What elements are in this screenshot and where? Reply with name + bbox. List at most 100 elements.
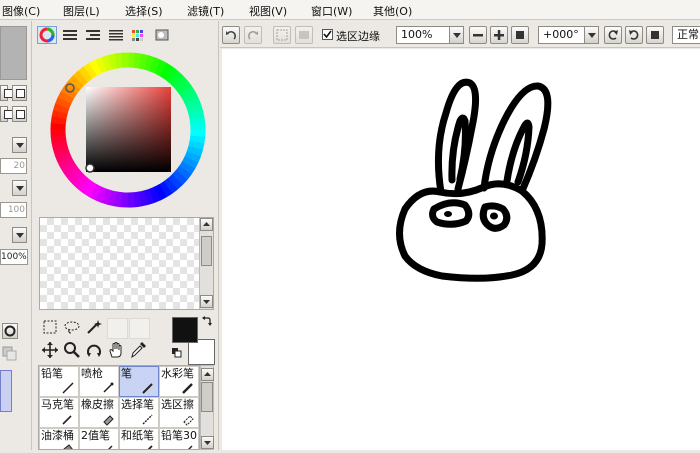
drawing-canvas[interactable]	[222, 49, 700, 450]
brush-label: 铅笔	[41, 367, 63, 380]
zoom-icon[interactable]	[63, 341, 84, 362]
brush-size-dropdown[interactable]	[12, 227, 27, 243]
tab-color-wheel[interactable]	[37, 26, 57, 44]
scroll-down-button[interactable]	[200, 295, 213, 308]
brush-watercolor[interactable]: 水彩笔	[159, 366, 199, 397]
layer-option-button[interactable]	[2, 323, 18, 339]
undo-button[interactable]	[222, 26, 240, 44]
invert-selection-button[interactable]	[295, 26, 313, 44]
rgb-slider-icon	[63, 30, 77, 40]
rect-select-icon[interactable]	[41, 318, 62, 339]
layer-thumbnail[interactable]	[0, 370, 12, 412]
brush-label: 选区擦	[161, 398, 194, 411]
brush-scroll-thumb[interactable]	[201, 382, 213, 412]
blend-dropdown[interactable]	[12, 180, 27, 196]
scratchpad-area[interactable]	[39, 217, 214, 310]
scroll-up-button[interactable]	[200, 218, 213, 231]
nav-reset-button[interactable]	[12, 106, 27, 122]
rotate-left-button[interactable]	[604, 26, 622, 44]
navigator-preview[interactable]	[0, 26, 27, 80]
select-eraser-icon	[183, 415, 194, 426]
brush-eraser[interactable]: 橡皮擦	[79, 397, 119, 428]
brush-bucket[interactable]: 油漆桶	[39, 428, 79, 449]
navigator-panel: 20 100 100%	[0, 21, 32, 450]
zoom-reset-button[interactable]	[511, 26, 529, 44]
tab-color-mixer[interactable]	[106, 26, 126, 44]
arrow-up-icon	[203, 222, 210, 226]
tab-hsv-sliders[interactable]	[83, 26, 103, 44]
mixer-icon	[109, 30, 123, 41]
layer-mode-dropdown[interactable]	[12, 137, 27, 153]
brush-label: 铅笔30	[161, 429, 197, 442]
brush-marker[interactable]: 马克笔	[39, 397, 79, 428]
color-cursor[interactable]	[85, 163, 95, 173]
empty-tool-slot	[107, 318, 128, 339]
selection-edge-checkbox[interactable]	[322, 29, 333, 40]
brush-pencil30[interactable]: 铅笔30	[159, 428, 199, 449]
brush-label: 2值笔	[81, 429, 110, 442]
size-field[interactable]: 100	[0, 202, 27, 218]
density-field[interactable]: 100%	[0, 249, 28, 265]
hand-icon[interactable]	[107, 341, 128, 362]
foreground-color-swatch[interactable]	[172, 317, 198, 343]
menu-layer[interactable]: 图层(L)	[63, 3, 100, 19]
default-colors-icon[interactable]	[172, 348, 182, 358]
scroll-thumb[interactable]	[201, 236, 212, 266]
menu-view[interactable]: 视图(V)	[249, 3, 287, 19]
brush-select-pen[interactable]: 选择笔	[119, 397, 159, 428]
eyedropper-icon[interactable]	[129, 341, 150, 362]
empty-tool-slot	[129, 318, 150, 339]
tab-scratchpad[interactable]	[152, 26, 172, 44]
brush-washi-pen[interactable]: 和纸笔	[119, 428, 159, 449]
rotate-right-icon	[629, 30, 639, 40]
rotation-reset-button[interactable]	[646, 26, 664, 44]
arrow-down-icon	[203, 300, 210, 304]
rabbit-drawing	[396, 78, 552, 282]
brush-scroll-up[interactable]	[201, 368, 214, 381]
brush-binary-pen[interactable]: 2值笔	[79, 428, 119, 449]
brush-pen[interactable]: 笔	[119, 366, 159, 397]
mask-icon	[2, 346, 18, 362]
nav-button[interactable]	[0, 85, 13, 101]
blend-mode-field[interactable]: 正常	[672, 26, 700, 44]
magic-wand-icon[interactable]	[85, 318, 106, 339]
lasso-icon[interactable]	[63, 318, 84, 339]
brush-scrollbar[interactable]	[200, 365, 214, 450]
scratchpad-scrollbar[interactable]	[199, 218, 213, 309]
brush-pencil[interactable]: 铅笔	[39, 366, 79, 397]
nav-fit-button[interactable]	[12, 85, 27, 101]
zoom-dropdown[interactable]	[449, 26, 464, 44]
tab-rgb-sliders[interactable]	[60, 26, 80, 44]
rotation-field[interactable]: +000°	[538, 26, 586, 44]
square-icon	[651, 31, 659, 39]
washi-pen-icon	[147, 445, 153, 449]
move-icon[interactable]	[41, 341, 62, 362]
menu-image[interactable]: 图像(C)	[2, 3, 40, 19]
brush-label: 笔	[121, 367, 132, 380]
menu-select[interactable]: 选择(S)	[125, 3, 163, 19]
deselect-button[interactable]	[273, 26, 291, 44]
opacity-field[interactable]: 20	[0, 158, 27, 174]
eraser-icon	[103, 415, 114, 426]
menu-window[interactable]: 窗口(W)	[311, 3, 352, 19]
pencil-icon	[62, 382, 74, 394]
nav-button-2[interactable]	[0, 106, 13, 122]
rotate-view-icon[interactable]	[85, 341, 106, 362]
brush-label: 水彩笔	[161, 367, 194, 380]
zoom-in-button[interactable]	[490, 26, 508, 44]
tab-swatches[interactable]	[129, 26, 149, 44]
redo-button[interactable]	[244, 26, 262, 44]
rotate-right-button[interactable]	[625, 26, 643, 44]
zoom-field[interactable]: 100%	[396, 26, 451, 44]
brush-select-eraser[interactable]: 选区擦	[159, 397, 199, 428]
menu-other[interactable]: 其他(O)	[373, 3, 412, 19]
rotation-dropdown[interactable]	[584, 26, 599, 44]
color-wheel[interactable]	[42, 52, 210, 216]
color-wheel-icon	[39, 27, 55, 43]
brush-scroll-down[interactable]	[201, 436, 214, 449]
brush-airbrush[interactable]: 喷枪	[79, 366, 119, 397]
swap-colors-icon[interactable]	[201, 315, 213, 327]
brush-label: 油漆桶	[41, 429, 74, 442]
menu-filter[interactable]: 滤镜(T)	[187, 3, 224, 19]
zoom-out-button[interactable]	[469, 26, 487, 44]
